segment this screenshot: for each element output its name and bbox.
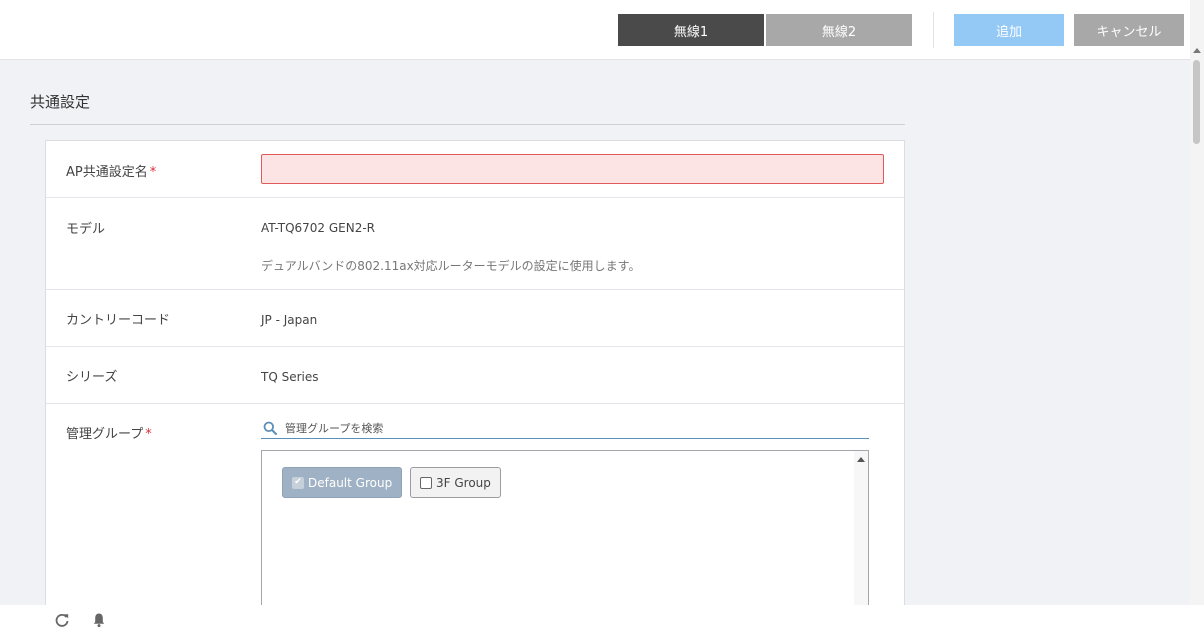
scroll-up-arrow-icon[interactable] [1193,48,1201,53]
row-country-code: カントリーコード JP - Japan [46,290,904,347]
model-description: デュアルバンドの802.11ax対応ルーターモデルの設定に使用します。 [261,259,641,273]
required-mark: * [149,165,157,180]
row-series: シリーズ TQ Series [46,347,904,404]
tab-wireless-1[interactable]: 無線1 [618,14,764,46]
refresh-icon[interactable] [54,612,70,628]
model-value: AT-TQ6702 GEN2-R [261,221,376,235]
management-group-label: 管理グループ * [66,427,152,442]
checkbox-icon[interactable] [420,476,432,489]
required-mark: * [145,427,152,442]
group-list: ✔ Default Group 3F Group [261,450,869,620]
page-scrollbar[interactable] [1190,0,1204,605]
search-icon [263,421,277,435]
group-chip-label: Default Group [308,475,393,490]
cancel-button[interactable]: キャンセル [1074,14,1184,46]
country-code-label: カントリーコード [66,313,171,328]
ap-name-label: AP共通設定名 * [66,165,157,180]
bottom-bar [0,605,1204,635]
group-chip-label: 3F Group [436,475,491,490]
group-chip-default[interactable]: ✔ Default Group [282,467,403,498]
tab-wireless-2[interactable]: 無線2 [766,14,912,46]
series-value: TQ Series [261,370,319,384]
ap-name-input[interactable] [261,154,884,184]
row-model: モデル AT-TQ6702 GEN2-R デュアルバンドの802.11ax対応ル… [46,198,904,290]
group-chip-3f[interactable]: 3F Group [410,467,501,498]
add-button[interactable]: 追加 [954,14,1064,46]
row-ap-name: AP共通設定名 * [46,141,904,198]
bell-icon[interactable] [91,612,107,628]
checkbox-checked-icon[interactable]: ✔ [292,476,304,489]
series-label: シリーズ [66,370,118,385]
row-management-group: 管理グループ* ✔ Default Group 3F Group [46,404,904,634]
section-divider [30,124,905,125]
group-search-input[interactable] [285,420,855,437]
toolbar-divider [933,12,934,48]
model-label: モデル [66,222,106,237]
settings-form: AP共通設定名 * モデル AT-TQ6702 GEN2-R デュアルバンドの80… [45,140,905,620]
country-code-value: JP - Japan [261,313,318,327]
scroll-up-arrow-icon[interactable] [857,457,865,462]
scroll-thumb[interactable] [1193,60,1200,144]
section-title: 共通設定 [30,93,91,111]
group-list-scrollbar[interactable] [854,451,868,619]
group-search [261,420,869,439]
top-toolbar: 無線1 無線2 追加 キャンセル [0,0,1204,60]
